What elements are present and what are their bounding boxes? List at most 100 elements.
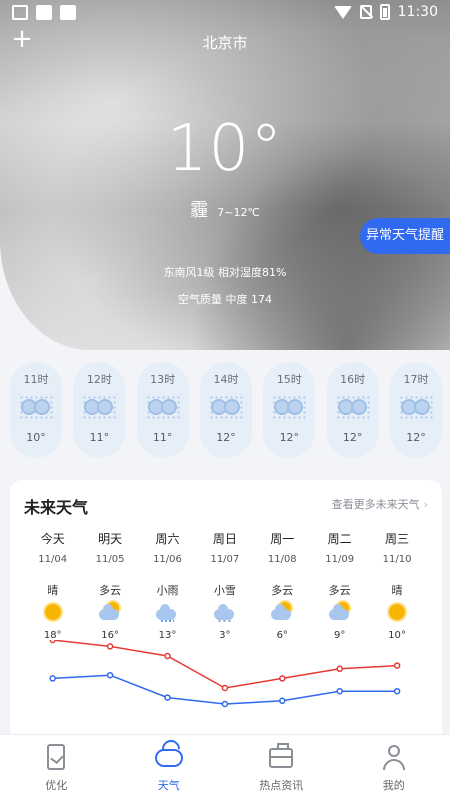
no-sim-icon — [359, 5, 372, 19]
low-temp-point — [221, 700, 229, 708]
high-temp-point — [49, 640, 56, 644]
more-forecast-label: 查看更多未来天气 — [331, 498, 420, 511]
hourly-item[interactable]: 16时 12° — [326, 362, 379, 458]
day-name: 周二 — [327, 532, 352, 546]
cloud-sun-icon — [99, 602, 121, 622]
forecast-day[interactable]: 周二 11/09 多云 9° — [311, 530, 368, 641]
day-date: 11/07 — [210, 554, 240, 565]
hour-time: 13时 — [150, 373, 176, 386]
gallery-icon — [12, 5, 28, 20]
hour-temp: 11° — [89, 431, 110, 444]
hour-temp: 12° — [279, 431, 300, 444]
user-icon — [380, 743, 408, 771]
fog-icon — [335, 395, 370, 419]
light-rain-icon — [156, 602, 178, 623]
nav-label: 我的 — [382, 779, 405, 792]
forecast-day[interactable]: 周日 11/07 小雪 3° — [196, 530, 253, 641]
day-name: 周一 — [270, 532, 295, 546]
low-temp-point — [279, 697, 286, 705]
hour-time: 12时 — [86, 373, 112, 386]
hour-time: 15时 — [276, 373, 302, 386]
low-temp-point — [106, 671, 114, 679]
day-condition: 多云 — [99, 584, 122, 597]
forecast-day[interactable]: 周三 11/10 晴 10° — [368, 530, 425, 641]
day-condition: 晴 — [47, 584, 59, 597]
cloud-sun-icon — [328, 602, 351, 622]
bottom-nav: 优化 天气 热点资讯 我的 — [0, 734, 450, 800]
hour-temp: 11° — [152, 431, 173, 444]
day-name: 明天 — [98, 532, 123, 546]
fog-icon — [272, 395, 307, 419]
air-quality[interactable]: 空气质量 中度 174 — [0, 291, 450, 307]
weather-hero: 11:30 + 北京市 10° 霾 7~12℃ 东南风1级 相对湿度81% 空气… — [0, 0, 450, 350]
status-time: 11:30 — [397, 4, 438, 20]
nav-label: 热点资讯 — [259, 779, 304, 792]
day-condition: 晴 — [391, 584, 403, 597]
forecast-day[interactable]: 周六 11/06 小雨 13° — [139, 530, 196, 641]
weather-alert-button[interactable]: 异常天气提醒 — [360, 218, 450, 254]
hour-time: 16时 — [340, 373, 366, 386]
day-condition: 多云 — [328, 584, 351, 597]
hour-temp: 10° — [26, 431, 46, 444]
fog-icon — [145, 395, 180, 419]
sun-icon — [42, 602, 64, 622]
fog-icon — [19, 395, 53, 419]
hourly-item[interactable]: 13时 11° — [136, 362, 189, 458]
day-name: 周三 — [385, 532, 410, 546]
low-temp-point — [393, 687, 401, 695]
temperature-trend-chart — [49, 640, 401, 708]
day-condition: 小雪 — [213, 584, 236, 597]
news-briefcase-icon — [267, 743, 295, 771]
forecast-day[interactable]: 周一 11/08 多云 6° — [254, 530, 311, 641]
nav-optimize[interactable]: 优化 — [0, 735, 113, 800]
more-forecast-link[interactable]: 查看更多未来天气 › — [332, 496, 428, 512]
high-temp-point — [164, 652, 171, 660]
day-date: 11/06 — [153, 554, 182, 565]
forecast-day[interactable]: 今天 11/04 晴 18° — [24, 530, 81, 641]
nav-label: 优化 — [45, 779, 68, 792]
high-temp-point — [106, 643, 114, 650]
city-title[interactable]: 北京市 — [0, 32, 450, 53]
high-temp-point — [279, 675, 286, 682]
hour-time: 11时 — [23, 373, 49, 386]
chevron-right-icon: › — [423, 498, 428, 511]
hourly-item[interactable]: 17时 12° — [389, 362, 442, 458]
hour-temp: 12° — [342, 431, 363, 444]
cloud-icon — [154, 743, 183, 771]
hourly-item[interactable]: 15时 12° — [263, 362, 316, 458]
day-name: 周日 — [212, 532, 237, 546]
forecast-day[interactable]: 明天 11/05 多云 16° — [81, 530, 138, 641]
day-condition: 小雨 — [156, 584, 179, 597]
day-date: 11/10 — [382, 554, 412, 565]
day-date: 11/05 — [95, 554, 125, 565]
day-condition: 多云 — [271, 584, 294, 597]
high-temp-line — [52, 640, 398, 689]
hour-temp: 12° — [216, 431, 236, 444]
nav-mine[interactable]: 我的 — [338, 735, 450, 800]
hourly-item[interactable]: 12时 11° — [73, 362, 126, 458]
current-temperature: 10° — [166, 112, 284, 186]
forecast-title: 未来天气 — [24, 498, 89, 517]
fog-icon — [82, 395, 117, 419]
light-snow-icon — [213, 602, 236, 623]
day-date: 11/09 — [325, 554, 355, 565]
temperature-range: 7~12℃ — [217, 206, 260, 219]
forecast-days: 今天 11/04 晴 18° 明天 11/05 多云 16° 周六 11/06 … — [24, 530, 438, 641]
current-condition: 霾 — [190, 200, 209, 221]
status-bar: 11:30 — [0, 0, 450, 26]
hourly-item[interactable]: 11时 10° — [10, 362, 62, 458]
phone-optimize-icon — [42, 743, 70, 771]
hour-time: 14时 — [213, 373, 239, 386]
notification-icon — [60, 5, 76, 20]
nav-hot-news[interactable]: 热点资讯 — [225, 735, 338, 800]
hourly-item[interactable]: 14时 12° — [199, 362, 252, 458]
nav-weather[interactable]: 天气 — [113, 735, 226, 800]
wifi-icon — [333, 5, 352, 19]
low-temp-point — [164, 694, 171, 701]
hour-temp: 12° — [406, 431, 426, 444]
sun-icon — [386, 602, 408, 622]
nav-label: 天气 — [157, 779, 180, 792]
low-temp-point — [49, 675, 56, 682]
high-temp-point — [393, 662, 401, 669]
fog-icon — [398, 395, 433, 419]
